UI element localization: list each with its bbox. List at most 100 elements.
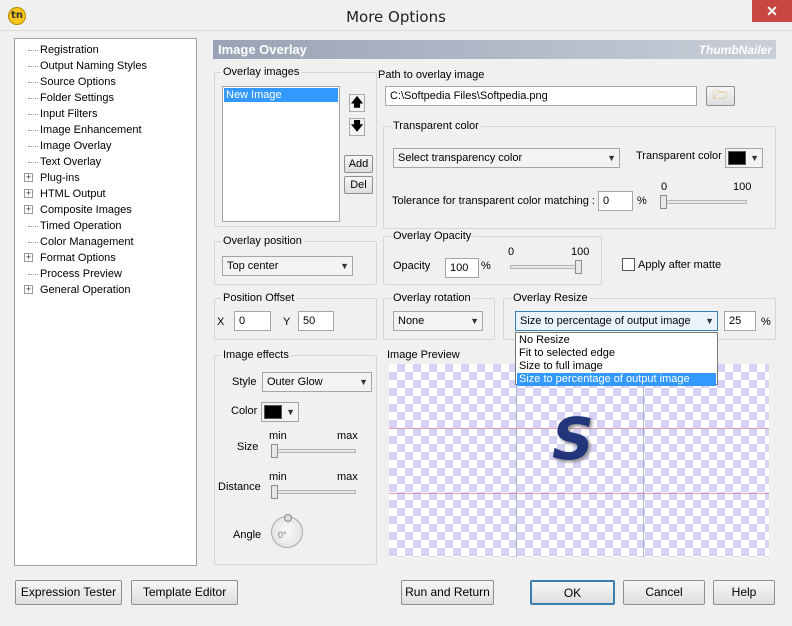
- expand-icon[interactable]: +: [24, 285, 33, 294]
- panel-title: Image Overlay: [218, 42, 307, 57]
- tolerance-slider-thumb[interactable]: [660, 195, 667, 209]
- move-down-button[interactable]: 🡇: [349, 118, 365, 136]
- tree-connector: [28, 66, 38, 67]
- dropdown-option[interactable]: Size to full image: [517, 360, 716, 373]
- expand-icon[interactable]: +: [24, 205, 33, 214]
- tree-connector: [28, 226, 38, 227]
- tree-item[interactable]: Color Management: [40, 234, 134, 250]
- color-swatch: [728, 151, 746, 165]
- path-input[interactable]: C:\Softpedia Files\Softpedia.png: [385, 86, 697, 106]
- overlay-position-label: Overlay position: [221, 235, 304, 247]
- overlay-images-label: Overlay images: [221, 66, 302, 78]
- overlay-resize-label: Overlay Resize: [511, 292, 590, 304]
- window-title: More Options: [346, 8, 446, 26]
- tree-item[interactable]: Plug-ins: [40, 170, 80, 186]
- options-tree[interactable]: Registration Output Naming Styles Source O…: [14, 38, 197, 566]
- expand-icon[interactable]: +: [24, 173, 33, 182]
- effect-color-label: Color: [231, 405, 258, 417]
- path-label: Path to overlay image: [378, 69, 485, 81]
- offset-x-label: X: [217, 316, 225, 328]
- tree-item[interactable]: Image Overlay: [40, 138, 112, 154]
- overlay-resize-select[interactable]: Size to percentage of output image ▼: [515, 311, 718, 331]
- delete-button[interactable]: Del: [344, 176, 373, 194]
- tolerance-input[interactable]: 0: [598, 191, 633, 211]
- effect-distance-slider-thumb[interactable]: [271, 485, 278, 499]
- tree-item[interactable]: Text Overlay: [40, 154, 101, 170]
- effect-size-slider-thumb[interactable]: [271, 444, 278, 458]
- tree-item[interactable]: Timed Operation: [40, 218, 122, 234]
- move-up-button[interactable]: 🡅: [349, 94, 365, 112]
- tree-item[interactable]: HTML Output: [40, 186, 106, 202]
- apply-after-matte-checkbox[interactable]: [622, 258, 635, 271]
- offset-y-input[interactable]: 50: [298, 311, 334, 331]
- preview-guide-line: [389, 493, 769, 494]
- distance-min-label: min: [269, 471, 287, 483]
- expand-icon[interactable]: +: [24, 253, 33, 262]
- tree-connector: [28, 98, 38, 99]
- tree-item[interactable]: Format Options: [40, 250, 116, 266]
- tree-item[interactable]: Source Options: [40, 74, 116, 90]
- resize-percent-input[interactable]: 25: [724, 311, 756, 331]
- tolerance-slider[interactable]: [661, 200, 747, 204]
- tree-item[interactable]: Image Enhancement: [40, 122, 142, 138]
- ok-button[interactable]: OK: [530, 580, 615, 605]
- folder-icon: 🗁: [713, 88, 728, 102]
- tree-item[interactable]: General Operation: [40, 282, 131, 298]
- effect-distance-label: Distance: [218, 481, 261, 493]
- tree-item[interactable]: Process Preview: [40, 266, 122, 282]
- add-button[interactable]: Add: [344, 155, 373, 173]
- effect-style-select[interactable]: Outer Glow ▼: [262, 372, 372, 392]
- overlay-images-list[interactable]: New Image: [222, 86, 340, 222]
- angle-dial-handle[interactable]: [284, 514, 292, 522]
- transparency-mode-select[interactable]: Select transparency color ▼: [393, 148, 620, 168]
- effect-color-picker[interactable]: ▼: [261, 402, 299, 422]
- tree-item[interactable]: Input Filters: [40, 106, 97, 122]
- run-and-return-button[interactable]: Run and Return: [401, 580, 494, 605]
- image-preview-label: Image Preview: [387, 349, 460, 361]
- tolerance-percent: %: [637, 195, 647, 207]
- overlay-position-select[interactable]: Top center ▼: [222, 256, 353, 276]
- overlay-logo-image: S: [552, 405, 594, 473]
- preview-guide-line: [643, 364, 644, 557]
- tree-connector: [28, 130, 38, 131]
- effect-distance-slider[interactable]: [272, 490, 356, 494]
- dropdown-option[interactable]: No Resize: [517, 334, 716, 347]
- image-effects-label: Image effects: [221, 349, 291, 361]
- chevron-down-icon: ▼: [359, 377, 368, 387]
- dropdown-option[interactable]: Size to percentage of output image: [517, 373, 716, 386]
- opacity-slider-thumb[interactable]: [575, 260, 582, 274]
- opacity-slider[interactable]: [510, 265, 582, 269]
- tree-item[interactable]: Composite Images: [40, 202, 132, 218]
- distance-max-label: max: [337, 471, 358, 483]
- browse-folder-button[interactable]: 🗁: [706, 86, 735, 106]
- tree-connector: [28, 82, 38, 83]
- apply-after-matte-label: Apply after matte: [638, 259, 722, 271]
- cancel-button[interactable]: Cancel: [623, 580, 705, 605]
- opacity-input[interactable]: 100: [445, 258, 479, 278]
- close-button[interactable]: ✕: [752, 0, 792, 22]
- expand-icon[interactable]: +: [24, 189, 33, 198]
- offset-y-label: Y: [283, 316, 291, 328]
- tree-item[interactable]: Folder Settings: [40, 90, 114, 106]
- expression-tester-button[interactable]: Expression Tester: [15, 580, 122, 605]
- overlay-opacity-label: Overlay Opacity: [391, 230, 474, 242]
- tree-connector: [28, 162, 38, 163]
- list-item[interactable]: New Image: [224, 88, 338, 102]
- transparent-color-picker[interactable]: ▼: [725, 148, 763, 168]
- offset-x-input[interactable]: 0: [234, 311, 271, 331]
- size-min-label: min: [269, 430, 287, 442]
- effect-size-slider[interactable]: [272, 449, 356, 453]
- template-editor-button[interactable]: Template Editor: [131, 580, 238, 605]
- overlay-resize-dropdown[interactable]: No Resize Fit to selected edge Size to ful…: [515, 332, 718, 386]
- overlay-resize-value: Size to percentage of output image: [520, 315, 691, 327]
- chevron-down-icon: ▼: [470, 316, 479, 326]
- tree-item[interactable]: Registration: [40, 42, 99, 58]
- help-button[interactable]: Help: [713, 580, 775, 605]
- effect-style-label: Style: [232, 376, 257, 388]
- color-swatch: [264, 405, 282, 419]
- overlay-rotation-select[interactable]: None ▼: [393, 311, 483, 331]
- dropdown-option[interactable]: Fit to selected edge: [517, 347, 716, 360]
- position-offset-label: Position Offset: [221, 292, 297, 304]
- tree-connector: [28, 274, 38, 275]
- tree-item[interactable]: Output Naming Styles: [40, 58, 147, 74]
